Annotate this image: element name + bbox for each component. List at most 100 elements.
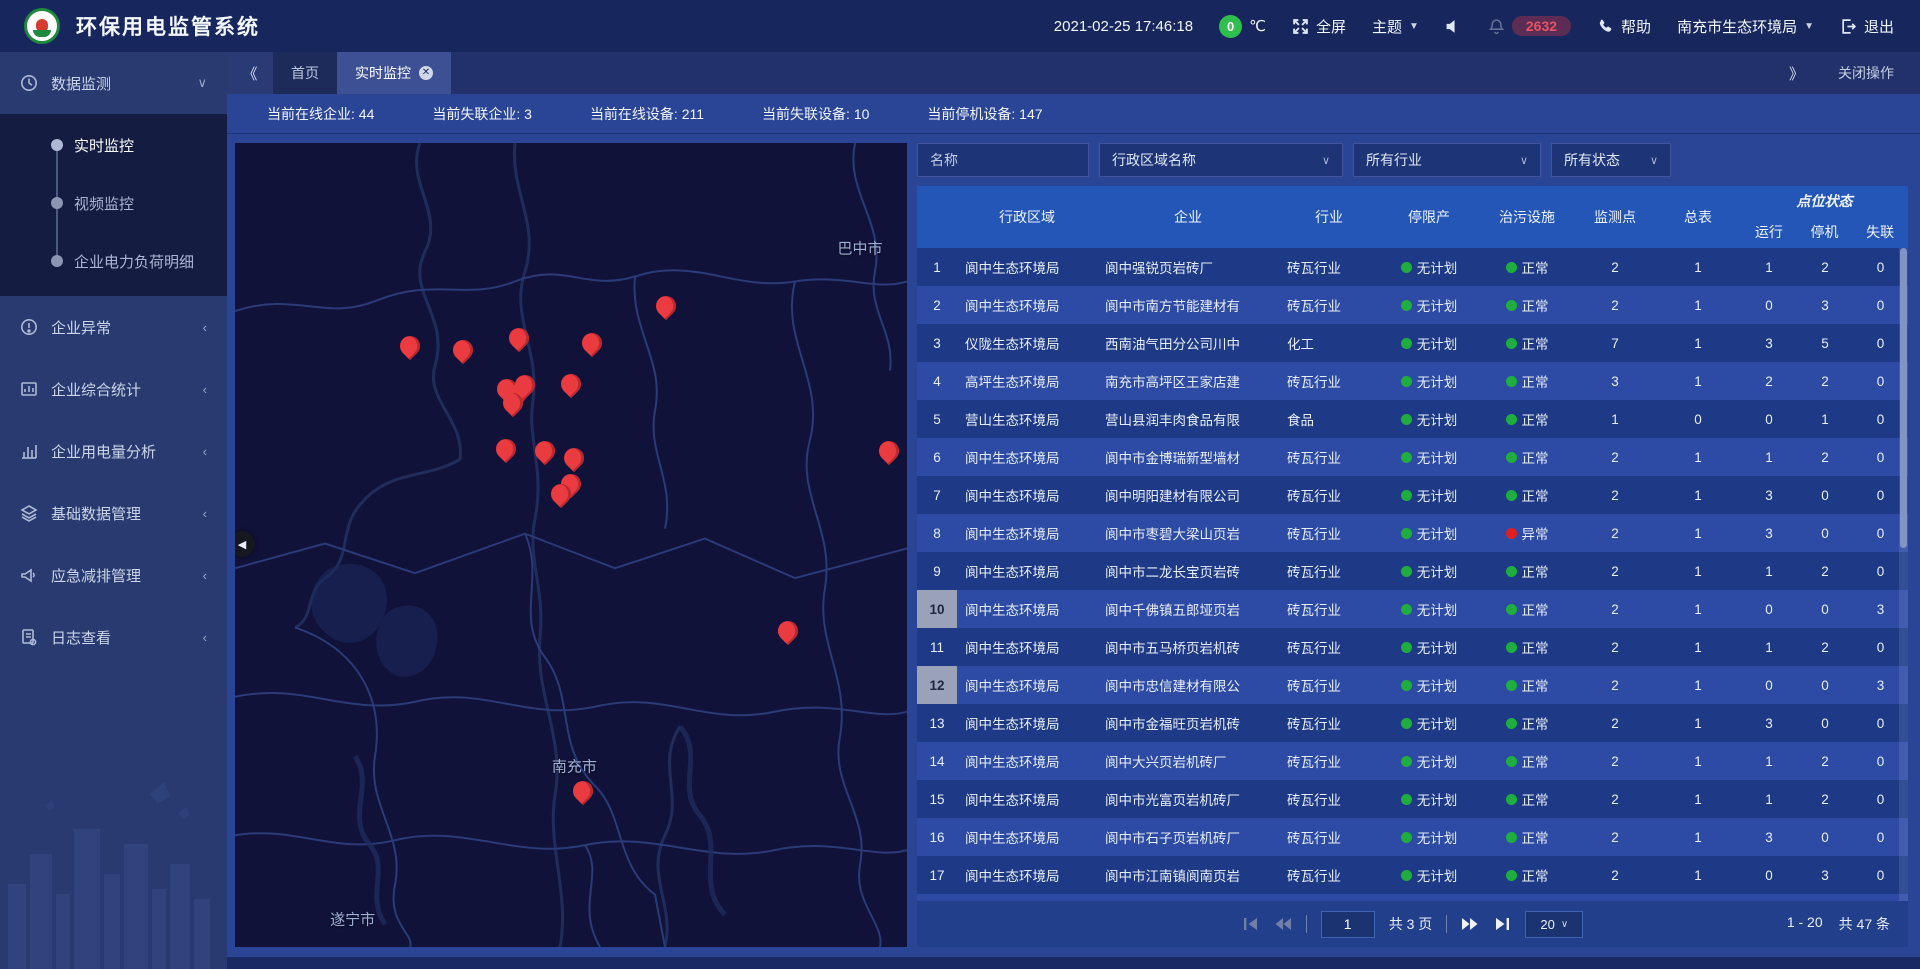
facility-status-value: 正常 (1522, 637, 1549, 657)
map-marker-pin[interactable] (496, 439, 516, 459)
close-operations-button[interactable]: 关闭操作 (1838, 63, 1894, 83)
row-index-cell: 17 (917, 856, 957, 894)
sidebar-item-企业异常[interactable]: 企业异常‹ (0, 296, 227, 358)
sidebar-subitem-视频监控[interactable]: 视频监控 (0, 174, 227, 232)
tab-实时监控[interactable]: 实时监控✕ (337, 52, 451, 94)
table-row[interactable]: 4高坪生态环境局南充市高坪区王家店建砖瓦行业无计划正常31220 (917, 362, 1908, 400)
tabs-scroll-right-button[interactable]: 》 (1789, 63, 1804, 84)
map-marker-pin[interactable] (564, 448, 584, 468)
table-row[interactable]: 8阆中生态环境局阆中市枣碧大梁山页岩砖瓦行业无计划异常21300 (917, 514, 1908, 552)
sidebar-item-日志查看[interactable]: 日志查看‹ (0, 606, 227, 668)
table-row[interactable]: 5营山生态环境局营山县润丰肉食品有限食品无计划正常10010 (917, 400, 1908, 438)
monitor-points-cell: 2 (1575, 780, 1655, 818)
table-row[interactable]: 13阆中生态环境局阆中市金福旺页岩机砖砖瓦行业无计划正常21300 (917, 704, 1908, 742)
map-marker-pin[interactable] (561, 374, 581, 394)
table-row[interactable]: 10阆中生态环境局阆中千佛镇五郎垭页岩砖瓦行业无计划正常21003 (917, 590, 1908, 628)
map-marker-pin[interactable] (515, 375, 535, 395)
stop-limit-cell: 无计划 (1379, 742, 1479, 780)
industry-cell: 砖瓦行业 (1279, 248, 1379, 286)
map-marker-pin[interactable] (879, 441, 899, 461)
sidebar-subitem-企业电力负荷明细[interactable]: 企业电力负荷明细 (0, 232, 227, 290)
region-filter-select[interactable]: 行政区域名称 ∨ (1099, 143, 1343, 177)
table-row[interactable]: 7阆中生态环境局阆中明阳建材有限公司砖瓦行业无计划正常21300 (917, 476, 1908, 514)
name-filter-field[interactable] (917, 143, 1089, 177)
monitor-points-cell: 1 (1575, 400, 1655, 438)
scrollbar-thumb[interactable] (1900, 248, 1907, 548)
tab-首页[interactable]: 首页 (273, 52, 337, 94)
logout-button[interactable]: 退出 (1840, 16, 1894, 37)
notification-indicator[interactable]: 2632 (1488, 16, 1571, 36)
table-scrollbar[interactable] (1899, 248, 1908, 901)
map-marker-pin[interactable] (509, 328, 529, 348)
sidebar-item-数据监测[interactable]: 数据监测∨ (0, 52, 227, 114)
sidebar-item-基础数据管理[interactable]: 基础数据管理‹ (0, 482, 227, 544)
map-marker-pin[interactable] (582, 333, 602, 353)
name-filter-input[interactable] (930, 152, 1076, 168)
table-row[interactable]: 1阆中生态环境局阆中强锐页岩砖厂砖瓦行业无计划正常21120 (917, 248, 1908, 286)
status-filter-select[interactable]: 所有状态 ∨ (1551, 143, 1671, 177)
map-marker-pin[interactable] (535, 441, 555, 461)
monitor-points-cell: 6 (1575, 894, 1655, 901)
table-row[interactable]: 11阆中生态环境局阆中市五马桥页岩机砖砖瓦行业无计划正常21120 (917, 628, 1908, 666)
sidebar-item-企业用电量分析[interactable]: 企业用电量分析‹ (0, 420, 227, 482)
total-meter-cell: 1 (1655, 438, 1741, 476)
column-header-行政区域: 行政区域 (957, 186, 1097, 248)
prev-page-button[interactable] (1274, 916, 1292, 932)
company-cell: 阆中市忠信建材有限公 (1097, 666, 1279, 704)
page-size-select[interactable]: 20 ∨ (1525, 911, 1583, 938)
table-row[interactable]: 15阆中生态环境局阆中市光富页岩机砖厂砖瓦行业无计划正常21120 (917, 780, 1908, 818)
monitor-points-cell: 2 (1575, 666, 1655, 704)
theme-dropdown[interactable]: 主题 ▼ (1372, 16, 1419, 37)
next-page-button[interactable] (1461, 916, 1479, 932)
map-marker-pin[interactable] (656, 296, 676, 316)
chevron-left-icon: ‹ (203, 630, 207, 645)
table-row[interactable]: 9阆中生态环境局阆中市二龙长宝页岩砖砖瓦行业无计划正常21120 (917, 552, 1908, 590)
facility-status-value: 正常 (1522, 485, 1549, 505)
table-row[interactable]: 16阆中生态环境局阆中市石子页岩机砖厂砖瓦行业无计划正常21300 (917, 818, 1908, 856)
running-cell: 3 (1741, 818, 1797, 856)
help-button[interactable]: 帮助 (1597, 16, 1651, 37)
tabs-scroll-left-button[interactable]: 《 (227, 52, 273, 94)
map-marker-pin[interactable] (573, 781, 593, 801)
facility-status-cell: 正常 (1479, 286, 1575, 324)
map-marker-pin[interactable] (503, 393, 523, 413)
sidebar-item-应急减排管理[interactable]: 应急减排管理‹ (0, 544, 227, 606)
table-row[interactable]: 2阆中生态环境局阆中市南方节能建材有砖瓦行业无计划正常21030 (917, 286, 1908, 324)
map-marker-pin[interactable] (551, 484, 571, 504)
close-icon[interactable]: ✕ (419, 66, 433, 80)
facility-status-cell: 正常 (1479, 894, 1575, 901)
table-row[interactable]: 6阆中生态环境局阆中市金博瑞新型墙材砖瓦行业无计划正常21120 (917, 438, 1908, 476)
table-row[interactable]: 14阆中生态环境局阆中大兴页岩机砖厂砖瓦行业无计划正常21120 (917, 742, 1908, 780)
map-marker-pin[interactable] (400, 336, 420, 356)
status-dot-green (1506, 262, 1517, 273)
first-page-button[interactable] (1242, 916, 1260, 932)
industry-filter-select[interactable]: 所有行业 ∨ (1353, 143, 1541, 177)
total-meter-cell: 1 (1655, 666, 1741, 704)
table-row[interactable]: 18南部生态环境局南部县砌华山砖有限公建材加工无计划正常60060 (917, 894, 1908, 901)
company-cell: 阆中市石子页岩机砖厂 (1097, 818, 1279, 856)
running-cell: 0 (1741, 666, 1797, 704)
monitor-points-cell: 2 (1575, 476, 1655, 514)
temperature-unit: ℃ (1249, 17, 1266, 35)
page-number-input[interactable] (1321, 911, 1375, 938)
monitor-points-cell: 7 (1575, 324, 1655, 362)
map-marker-pin[interactable] (778, 621, 798, 641)
sidebar-subitem-label: 视频监控 (74, 193, 134, 214)
fullscreen-button[interactable]: 全屏 (1292, 16, 1346, 37)
org-dropdown[interactable]: 南充市生态环境局 ▼ (1677, 16, 1814, 37)
city-label-南充市: 南充市 (552, 756, 597, 777)
map-panel[interactable]: 巴中市南充市遂宁市 ◀ (235, 143, 907, 947)
table-row[interactable]: 12阆中生态环境局阆中市忠信建材有限公砖瓦行业无计划正常21003 (917, 666, 1908, 704)
sidebar-item-企业综合统计[interactable]: 企业综合统计‹ (0, 358, 227, 420)
speaker-muted-icon[interactable] (1445, 18, 1462, 35)
map-marker-pin[interactable] (453, 340, 473, 360)
stat-当前失联企业: 当前失联企业: 3 (432, 104, 532, 124)
help-label: 帮助 (1621, 16, 1651, 37)
sidebar-subitem-实时监控[interactable]: 实时监控 (0, 116, 227, 174)
table-row[interactable]: 17阆中生态环境局阆中市江南镇阆南页岩砖瓦行业无计划正常21030 (917, 856, 1908, 894)
table-row[interactable]: 3仪陇生态环境局西南油气田分公司川中化工无计划正常71350 (917, 324, 1908, 362)
last-page-button[interactable] (1493, 916, 1511, 932)
status-dot-green (1506, 376, 1517, 387)
region-cell: 高坪生态环境局 (957, 362, 1097, 400)
facility-status-value: 正常 (1522, 447, 1549, 467)
